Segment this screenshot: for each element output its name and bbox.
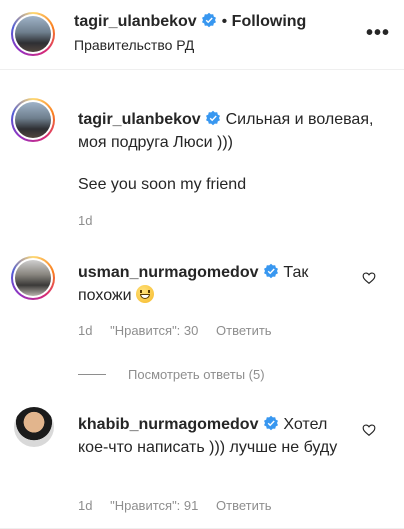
caption-block: tagir_ulanbekov Сильная и волевая, моя п… xyxy=(78,108,378,154)
view-replies-label: Посмотреть ответы (5) xyxy=(128,367,265,382)
likes-count[interactable]: "Нравится": 91 xyxy=(110,498,198,513)
likes-count[interactable]: "Нравится": 30 xyxy=(110,323,198,338)
avatar-photo xyxy=(15,102,51,138)
post-header: tagir_ulanbekov • Following Правительств… xyxy=(0,0,404,70)
caption-avatar[interactable] xyxy=(11,98,55,142)
verified-badge-icon xyxy=(263,415,278,431)
header-avatar[interactable] xyxy=(11,12,55,56)
caption-time[interactable]: 1d xyxy=(78,213,92,228)
like-heart-icon[interactable] xyxy=(362,423,376,437)
comment-avatar[interactable] xyxy=(11,256,55,300)
comment-time[interactable]: 1d xyxy=(78,498,92,513)
header-username[interactable]: tagir_ulanbekov xyxy=(74,13,197,30)
separator-dot: • xyxy=(221,13,228,30)
comment-time[interactable]: 1d xyxy=(78,323,92,338)
avatar-photo xyxy=(15,260,51,296)
comment-block: khabib_nurmagomedov Хотел кое-что написа… xyxy=(78,413,348,459)
avatar-photo xyxy=(15,16,51,52)
reply-button[interactable]: Ответить xyxy=(216,323,272,338)
following-button[interactable]: Following xyxy=(232,13,307,30)
more-options-icon[interactable]: ••• xyxy=(366,22,390,45)
like-heart-icon[interactable] xyxy=(362,271,376,285)
verified-badge-icon xyxy=(263,263,278,279)
header-location[interactable]: Правительство РД xyxy=(74,37,194,53)
verified-badge-icon xyxy=(202,12,217,28)
header-title-row: tagir_ulanbekov • Following xyxy=(74,12,306,31)
verified-badge-icon xyxy=(206,110,221,126)
reply-button[interactable]: Ответить xyxy=(216,498,272,513)
comment-username[interactable]: usman_nurmagomedov xyxy=(78,264,258,281)
view-replies-button[interactable]: Посмотреть ответы (5) xyxy=(78,367,265,382)
caption-username[interactable]: tagir_ulanbekov xyxy=(78,111,201,128)
comment-block: usman_nurmagomedov Так похожи xyxy=(78,261,348,307)
comment-meta: 1d "Нравится": 30 Ответить xyxy=(78,323,286,338)
smiling-face-emoji-icon xyxy=(136,285,155,303)
comment-avatar[interactable] xyxy=(14,407,54,447)
caption-text-2: See you soon my friend xyxy=(78,176,247,193)
comment-meta: 1d "Нравится": 91 Ответить xyxy=(78,498,286,513)
avatar-photo xyxy=(14,407,54,447)
comment-username[interactable]: khabib_nurmagomedov xyxy=(78,416,258,433)
divider-line xyxy=(78,374,106,375)
